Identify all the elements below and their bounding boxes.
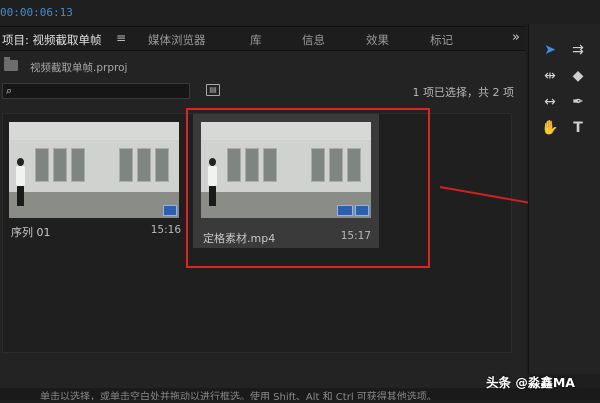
thumbnail xyxy=(9,122,179,218)
selection-status: 1 项已选择，共 2 项 xyxy=(412,86,515,99)
watermark: 头条 @淼鑫MA xyxy=(486,375,575,390)
pen-icon[interactable]: ✒ xyxy=(567,92,589,112)
selection-arrow-icon[interactable]: ➤ xyxy=(539,40,561,60)
panel-tabs: 项目: 视频截取单帧 ≡ 媒体浏览器 库 信息 效果 标记 » xyxy=(0,27,526,51)
tab-media-browser[interactable]: 媒体浏览器 xyxy=(148,32,206,48)
tab-libraries[interactable]: 库 xyxy=(250,32,262,48)
search-input[interactable]: ⌕ xyxy=(2,83,190,99)
sequence-badge-icon xyxy=(163,205,177,216)
tabs-overflow-icon[interactable]: » xyxy=(512,30,520,45)
media-item-sequence[interactable]: 序列 01 15:16 xyxy=(9,122,183,242)
razor-icon[interactable]: ◆ xyxy=(567,66,589,86)
new-search-bin-icon[interactable]: ▤ xyxy=(206,84,220,96)
search-icon: ⌕ xyxy=(6,84,13,97)
tab-project[interactable]: 项目: 视频截取单帧 xyxy=(2,32,102,48)
ripple-edit-icon[interactable]: ⇹ xyxy=(539,66,561,86)
timecode-display[interactable]: 00:00:06:13 xyxy=(0,6,73,19)
slip-icon[interactable]: ↔ xyxy=(539,92,561,112)
highlight-box xyxy=(186,108,430,268)
search-row: ⌕ ▤ 1 项已选择，共 2 项 xyxy=(0,81,526,103)
tab-info[interactable]: 信息 xyxy=(302,32,325,48)
type-icon[interactable]: T xyxy=(567,118,589,138)
tab-effects[interactable]: 效果 xyxy=(366,32,389,48)
hand-icon[interactable]: ✋ xyxy=(539,118,561,138)
project-path-row: 视频截取单帧.prproj xyxy=(0,57,526,79)
item-duration: 15:16 xyxy=(150,224,181,236)
timecode-bar: 00:00:06:13 xyxy=(0,0,600,24)
project-file-name: 视频截取单帧.prproj xyxy=(30,62,128,74)
tab-menu-icon[interactable]: ≡ xyxy=(116,31,126,45)
folder-icon xyxy=(4,57,18,71)
track-select-icon[interactable]: ⇉ xyxy=(567,40,589,60)
item-name: 序列 01 xyxy=(11,226,51,239)
tab-markers[interactable]: 标记 xyxy=(430,32,453,48)
tools-panel: ➤ ⇉ ⇹ ◆ ↔ ✒ ✋ T xyxy=(528,24,600,374)
